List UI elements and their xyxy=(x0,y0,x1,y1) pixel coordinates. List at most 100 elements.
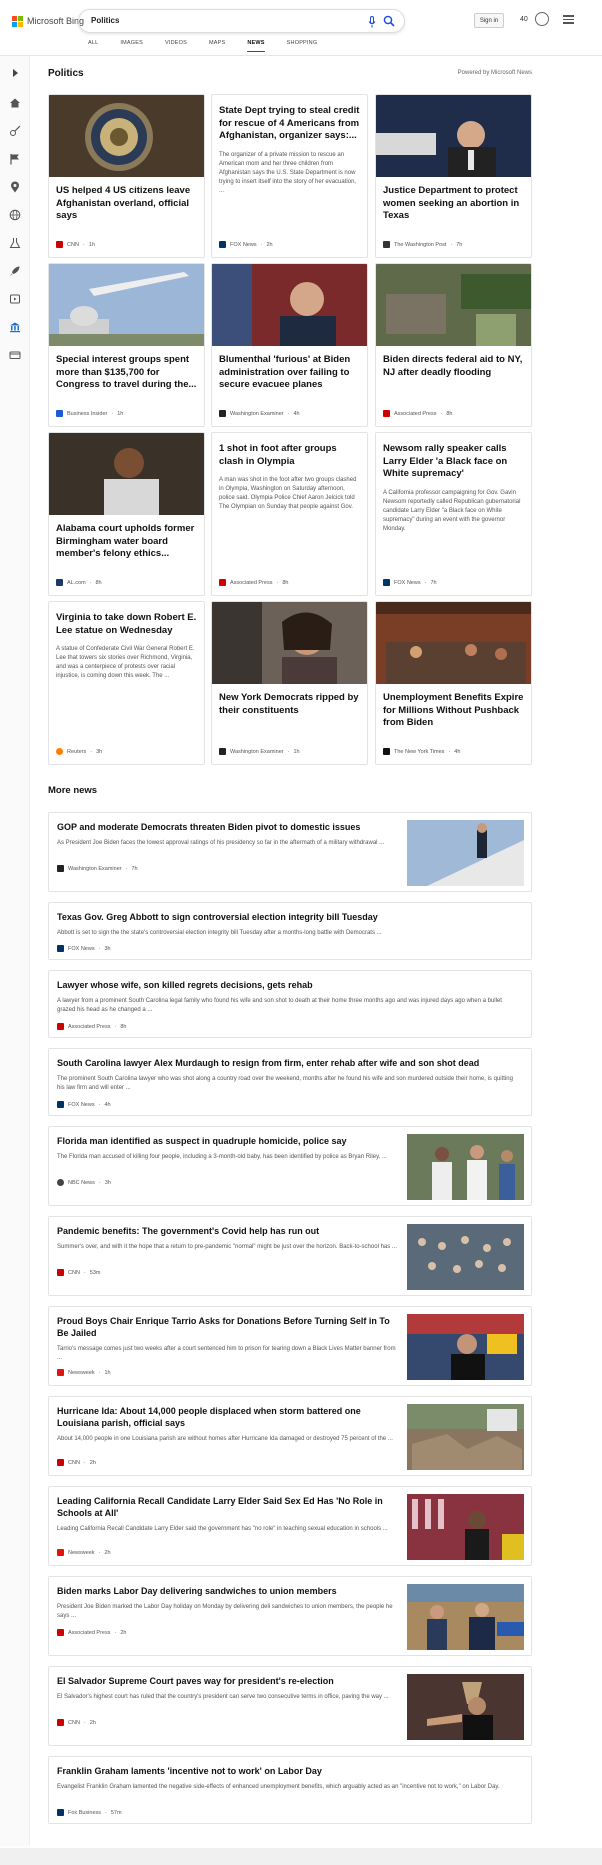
hamburger-menu-icon[interactable] xyxy=(563,15,574,24)
list-item[interactable]: Florida man identified as suspect in qua… xyxy=(48,1126,532,1206)
business-insider-logo-icon xyxy=(56,410,63,417)
location-icon[interactable] xyxy=(9,180,21,193)
news-title[interactable]: Pandemic benefits: The government's Covi… xyxy=(57,1225,402,1237)
logo-text: Microsoft Bing xyxy=(27,16,85,26)
card-source: FOX News · 7h xyxy=(383,579,437,586)
news-card[interactable]: Blumenthal 'furious' at Biden administra… xyxy=(211,263,368,427)
search-input[interactable]: Politics xyxy=(91,16,119,25)
list-item[interactable]: El Salvador Supreme Court paves way for … xyxy=(48,1666,532,1746)
news-card[interactable]: State Dept trying to steal credit for re… xyxy=(211,94,368,258)
list-item[interactable]: Lawyer whose wife, son killed regrets de… xyxy=(48,970,532,1038)
news-source: FOX News · 4h xyxy=(57,1101,111,1108)
card-title[interactable]: Justice Department to protect women seek… xyxy=(376,177,531,223)
news-title[interactable]: GOP and moderate Democrats threaten Bide… xyxy=(57,821,402,833)
source-name: The Washington Post xyxy=(394,241,447,248)
bing-logo[interactable]: Microsoft Bing xyxy=(12,14,84,28)
microphone-icon[interactable] xyxy=(368,16,376,28)
list-item[interactable]: Texas Gov. Greg Abbott to sign controver… xyxy=(48,902,532,960)
sports-icon[interactable] xyxy=(9,124,21,136)
card-title[interactable]: Virginia to take down Robert E. Lee stat… xyxy=(49,602,204,637)
tab-videos[interactable]: VIDEOS xyxy=(165,40,187,52)
source-name: Associated Press xyxy=(394,410,437,417)
source-time: 7h xyxy=(131,865,138,872)
source-time: 1h xyxy=(117,410,124,417)
news-title[interactable]: Lawyer whose wife, son killed regrets de… xyxy=(57,979,517,991)
search-icon[interactable] xyxy=(383,15,395,27)
news-card[interactable]: Special interest groups spent more than … xyxy=(48,263,205,427)
ap-logo-icon xyxy=(219,579,226,586)
rewards-trophy-icon[interactable] xyxy=(535,12,549,26)
news-title[interactable]: Leading California Recall Candidate Larr… xyxy=(57,1495,402,1519)
entertainment-icon[interactable] xyxy=(9,292,21,304)
cnn-logo-icon xyxy=(56,241,63,248)
list-item[interactable]: Pandemic benefits: The government's Covi… xyxy=(48,1216,532,1296)
source-time: 1h xyxy=(293,748,300,755)
card-description: A statue of Confederate Civil War Genera… xyxy=(56,646,195,679)
card-title[interactable]: State Dept trying to steal credit for re… xyxy=(212,95,367,143)
news-card[interactable]: 1 shot in foot after groups clash in Oly… xyxy=(211,432,368,596)
list-item[interactable]: Biden marks Labor Day delivering sandwic… xyxy=(48,1576,532,1656)
news-title[interactable]: Texas Gov. Greg Abbott to sign controver… xyxy=(57,911,517,923)
tab-news[interactable]: NEWS xyxy=(247,40,265,52)
news-source: Washington Examiner · 7h xyxy=(57,865,138,872)
money-icon[interactable] xyxy=(9,348,21,360)
news-card[interactable]: Unemployment Benefits Expire for Million… xyxy=(375,601,532,765)
card-title[interactable]: Newsom rally speaker calls Larry Elder '… xyxy=(376,433,531,481)
card-title[interactable]: Alabama court upholds former Birmingham … xyxy=(49,515,204,561)
tab-shopping[interactable]: SHOPPING xyxy=(287,40,318,52)
card-source: Associated Press · 8h xyxy=(383,410,452,417)
news-title[interactable]: El Salvador Supreme Court paves way for … xyxy=(57,1675,402,1687)
news-title[interactable]: South Carolina lawyer Alex Murdaugh to r… xyxy=(57,1057,517,1069)
source-time: 8h xyxy=(95,579,102,586)
card-title[interactable]: New York Democrats ripped by their const… xyxy=(212,684,367,717)
expand-icon[interactable] xyxy=(9,66,21,78)
card-title[interactable]: 1 shot in foot after groups clash in Oly… xyxy=(212,433,367,468)
news-title[interactable]: Florida man identified as suspect in qua… xyxy=(57,1135,402,1147)
home-icon[interactable] xyxy=(9,96,21,108)
cnn-logo-icon xyxy=(57,1269,64,1276)
list-item[interactable]: GOP and moderate Democrats threaten Bide… xyxy=(48,812,532,892)
globe-icon[interactable] xyxy=(9,208,21,221)
source-time: 1h xyxy=(88,241,95,248)
list-item[interactable]: Proud Boys Chair Enrique Tarrio Asks for… xyxy=(48,1306,532,1386)
card-title[interactable]: Biden directs federal aid to NY, NJ afte… xyxy=(376,346,531,379)
list-item[interactable]: Franklin Graham laments 'incentive not t… xyxy=(48,1756,532,1824)
news-title[interactable]: Hurricane Ida: About 14,000 people displ… xyxy=(57,1405,402,1429)
news-title[interactable]: Franklin Graham laments 'incentive not t… xyxy=(57,1765,517,1777)
source-time: 8h xyxy=(282,579,289,586)
rocket-icon[interactable] xyxy=(9,264,21,276)
news-card[interactable]: Newsom rally speaker calls Larry Elder '… xyxy=(375,432,532,596)
government-icon[interactable] xyxy=(9,320,21,333)
news-card[interactable]: New York Democrats ripped by their const… xyxy=(211,601,368,765)
card-title[interactable]: US helped 4 US citizens leave Afghanista… xyxy=(49,177,204,223)
news-card[interactable]: Biden directs federal aid to NY, NJ afte… xyxy=(375,263,532,427)
news-title[interactable]: Proud Boys Chair Enrique Tarrio Asks for… xyxy=(57,1315,402,1339)
science-icon[interactable] xyxy=(9,236,21,248)
tab-maps[interactable]: MAPS xyxy=(209,40,225,52)
search-box[interactable]: Politics xyxy=(78,9,405,33)
source-name: Associated Press xyxy=(68,1023,111,1030)
news-card[interactable]: Alabama court upholds former Birmingham … xyxy=(48,432,205,596)
tab-all[interactable]: ALL xyxy=(88,40,98,52)
news-source: Associated Press · 2h xyxy=(57,1629,126,1636)
fox-news-logo-icon xyxy=(219,241,226,248)
list-item[interactable]: Hurricane Ida: About 14,000 people displ… xyxy=(48,1396,532,1476)
card-title[interactable]: Blumenthal 'furious' at Biden administra… xyxy=(212,346,367,392)
sign-in-button[interactable]: Sign in xyxy=(474,13,504,28)
news-card[interactable]: Justice Department to protect women seek… xyxy=(375,94,532,258)
tab-images[interactable]: IMAGES xyxy=(120,40,143,52)
source-name: The New York Times xyxy=(394,748,445,755)
washington-examiner-logo-icon xyxy=(219,410,226,417)
news-title[interactable]: Biden marks Labor Day delivering sandwic… xyxy=(57,1585,402,1597)
card-title[interactable]: Special interest groups spent more than … xyxy=(49,346,204,392)
list-item[interactable]: Leading California Recall Candidate Larr… xyxy=(48,1486,532,1566)
source-time: 3h xyxy=(104,945,111,952)
rewards-count[interactable]: 40 xyxy=(520,16,528,23)
news-card[interactable]: US helped 4 US citizens leave Afghanista… xyxy=(48,94,205,258)
news-card[interactable]: Virginia to take down Robert E. Lee stat… xyxy=(48,601,205,765)
source-time: 2h xyxy=(120,1629,127,1636)
card-title[interactable]: Unemployment Benefits Expire for Million… xyxy=(376,684,531,730)
news-thumbnail xyxy=(407,1494,524,1560)
list-item[interactable]: South Carolina lawyer Alex Murdaugh to r… xyxy=(48,1048,532,1116)
flag-icon[interactable] xyxy=(9,152,21,165)
